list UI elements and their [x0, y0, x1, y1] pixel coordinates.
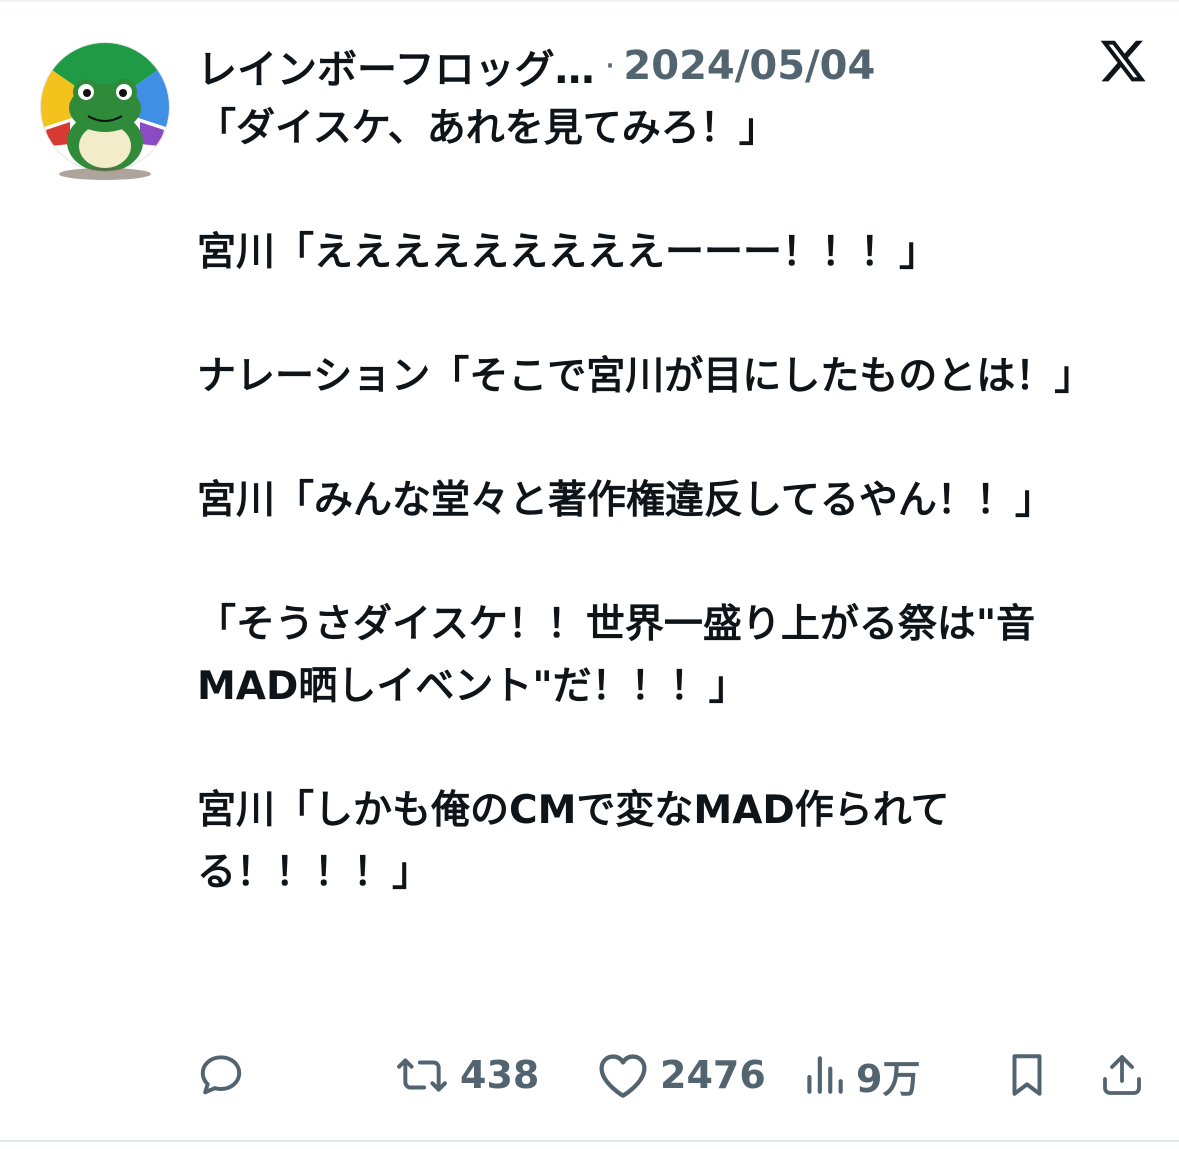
views-chart-icon	[802, 1050, 846, 1100]
post-blank-line	[197, 284, 1127, 346]
display-name[interactable]: レインボーフロッグ…	[197, 37, 595, 95]
post-line: 宮川「みんな堂々と著作権違反してるやん！！」	[197, 478, 1054, 523]
post-date[interactable]: 2024/05/04	[623, 43, 875, 89]
post-line: 宮川「えええええええええーーー！！！」	[197, 230, 939, 275]
heart-icon	[596, 1050, 650, 1100]
post-blank-line	[197, 160, 1127, 222]
like-button[interactable]: 2476	[596, 1044, 766, 1106]
x-logo-icon[interactable]	[1098, 36, 1148, 86]
reply-icon	[196, 1050, 246, 1100]
retweet-button[interactable]: 438	[394, 1044, 539, 1106]
views-count: 9万	[856, 1056, 921, 1101]
retweet-icon	[394, 1050, 450, 1100]
post-body: 「ダイスケ、あれを見てみろ！」 宮川「えええええええええーーー！！！」 ナレーシ…	[197, 98, 1127, 904]
share-button[interactable]	[1098, 1044, 1146, 1106]
like-count: 2476	[660, 1053, 766, 1097]
post-line: 宮川「しかも俺のCMで変なMAD作られてる！！！！」	[197, 788, 950, 895]
header-separator: ·	[604, 46, 616, 86]
post-blank-line	[197, 408, 1127, 470]
post-line: 「ダイスケ、あれを見てみろ！」	[197, 106, 778, 151]
post-line: 「そうさダイスケ！！世界一盛り上がる祭は"音MAD晒しイベント"だ！！！」	[197, 602, 1036, 709]
share-icon	[1098, 1050, 1146, 1100]
post-blank-line	[197, 532, 1127, 594]
post-line: ナレーション「そこで宮川が目にしたものとは！」	[197, 354, 1094, 399]
retweet-count: 438	[460, 1053, 540, 1097]
frog-avatar-icon[interactable]	[40, 42, 170, 182]
bookmark-button[interactable]	[1004, 1044, 1050, 1106]
bottom-divider	[0, 1140, 1179, 1142]
post-header: レインボーフロッグ… · 2024/05/04	[197, 36, 875, 96]
top-divider	[0, 0, 1179, 2]
reply-button[interactable]	[196, 1044, 246, 1106]
views-button[interactable]: 9万	[802, 1044, 920, 1106]
action-bar: 438 2476 9万	[0, 1044, 1179, 1106]
post-blank-line	[197, 718, 1127, 780]
bookmark-icon	[1004, 1050, 1050, 1100]
